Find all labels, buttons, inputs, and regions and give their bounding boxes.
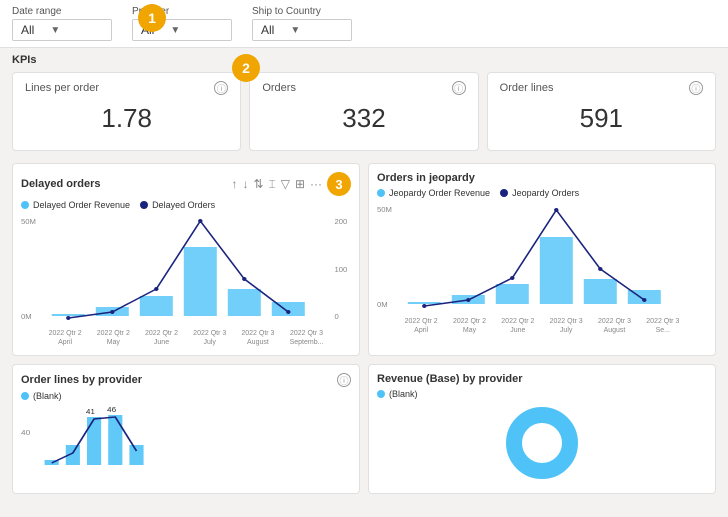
revenue-by-provider-title: Revenue (Base) by provider (377, 373, 523, 385)
kpi-value-order-lines: 591 (500, 95, 703, 142)
order-lines-info-icon[interactable]: ⓘ (337, 373, 351, 387)
revenue-by-provider-panel: Revenue (Base) by provider (Blank) (368, 364, 716, 494)
x-label-april: 2022 Qtr 2April (49, 329, 82, 347)
badge-1: 1 (138, 4, 166, 32)
kpi-value-orders: 332 (262, 95, 465, 142)
x-label-august: 2022 Qtr 3August (241, 329, 274, 347)
badge-2: 2 (232, 54, 260, 82)
svg-text:0: 0 (335, 312, 339, 321)
order-lines-by-provider-title: Order lines by provider (21, 374, 142, 386)
jeopardy-x-label-july: 2022 Qtr 3July (550, 317, 583, 335)
svg-text:50M: 50M (377, 205, 392, 214)
x-label-july: 2022 Qtr 3July (193, 329, 226, 347)
svg-text:50M: 50M (21, 217, 36, 226)
hierarchy-icon[interactable]: ⌶ (269, 177, 276, 192)
svg-text:200: 200 (335, 217, 348, 226)
ship-to-country-label: Ship to Country (252, 6, 352, 17)
x-label-june: 2022 Qtr 2June (145, 329, 178, 347)
more-icon[interactable]: ··· (310, 177, 322, 191)
kpi-info-icon-1[interactable]: ⓘ (452, 81, 466, 95)
svg-text:41: 41 (86, 408, 95, 416)
ship-to-country-select[interactable]: All ▼ (252, 19, 352, 41)
badge-3: 3 (327, 172, 351, 196)
legend-item-delayed-revenue: Delayed Order Revenue (21, 200, 130, 210)
sort-desc-icon[interactable]: ↓ (242, 177, 248, 191)
ship-to-country-filter: Ship to Country All ▼ (252, 6, 352, 41)
orders-in-jeopardy-panel: Orders in jeopardy Jeopardy Order Revenu… (368, 163, 716, 356)
order-lines-by-provider-panel: Order lines by provider ⓘ (Blank) 40 41 … (12, 364, 360, 494)
kpi-card-order-lines: Order lines ⓘ 591 (487, 72, 716, 151)
jeopardy-x-label-april: 2022 Qtr 2April (405, 317, 438, 335)
kpi-info-icon-2[interactable]: ⓘ (689, 81, 703, 95)
legend-item-delayed-orders: Delayed Orders (140, 200, 215, 210)
date-range-filter: Date range All ▼ (12, 6, 112, 41)
kpi-info-icon-0[interactable]: ⓘ (214, 81, 228, 95)
kpi-card-lines-per-order: Lines per order ⓘ 1.78 (12, 72, 241, 151)
kpi-title-orders: Orders (262, 82, 296, 94)
legend-item-jeopardy-orders: Jeopardy Orders (500, 188, 579, 198)
svg-text:46: 46 (107, 406, 116, 414)
chart-toolbar-delayed: ↑ ↓ ⇅ ⌶ ▽ ⊞ ··· 3 (231, 172, 351, 196)
jeopardy-x-label-may: 2022 Qtr 2May (453, 317, 486, 335)
provider-chevron: ▼ (170, 25, 180, 36)
date-range-chevron: ▼ (50, 25, 60, 36)
x-label-may: 2022 Qtr 2May (97, 329, 130, 347)
svg-text:0M: 0M (21, 312, 32, 321)
sort-asc-icon[interactable]: ↑ (231, 177, 237, 191)
revenue-legend-blank: (Blank) (389, 389, 418, 399)
order-lines-legend-blank: (Blank) (33, 391, 62, 401)
jeopardy-x-label-august: 2022 Qtr 3August (598, 317, 631, 335)
jeopardy-x-label-sep: 2022 Qtr 3Se... (646, 317, 679, 335)
date-range-select[interactable]: All ▼ (12, 19, 112, 41)
svg-text:0M: 0M (377, 300, 388, 309)
kpi-value-lines-per-order: 1.78 (25, 95, 228, 142)
legend-item-jeopardy-revenue: Jeopardy Order Revenue (377, 188, 490, 198)
orders-in-jeopardy-title: Orders in jeopardy (377, 172, 475, 184)
delayed-orders-title: Delayed orders (21, 178, 100, 190)
kpi-section-label: KPIs (12, 54, 716, 66)
delayed-orders-panel: Delayed orders ↑ ↓ ⇅ ⌶ ▽ ⊞ ··· 3 Delayed… (12, 163, 360, 356)
kpi-title-lines-per-order: Lines per order (25, 82, 99, 94)
kpi-title-order-lines: Order lines (500, 82, 554, 94)
table-icon[interactable]: ⊞ (295, 177, 305, 191)
filter-icon[interactable]: ▽ (281, 177, 290, 191)
ship-to-country-chevron: ▼ (290, 25, 300, 36)
jeopardy-x-label-june: 2022 Qtr 2June (501, 317, 534, 335)
kpi-card-orders: Orders ⓘ 332 (249, 72, 478, 151)
date-range-label: Date range (12, 6, 112, 17)
svg-text:100: 100 (335, 265, 348, 274)
x-label-september: 2022 Qtr 3Septemb... (290, 329, 324, 347)
sort-icon-2[interactable]: ⇅ (253, 177, 263, 191)
svg-text:40: 40 (21, 429, 30, 437)
